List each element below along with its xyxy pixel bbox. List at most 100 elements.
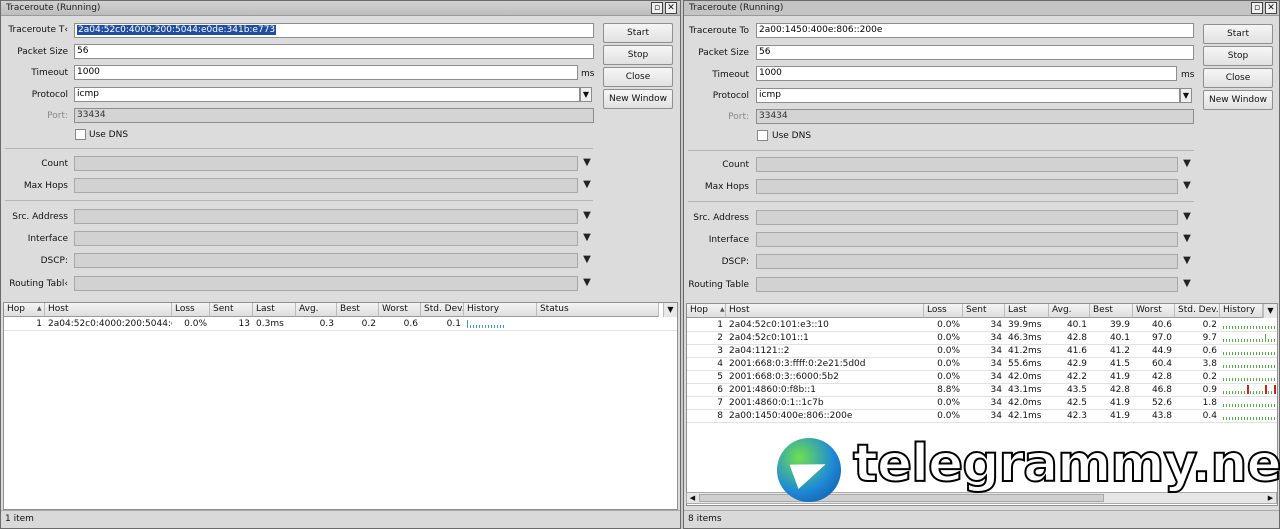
dropdown-arrow-icon[interactable]: ▼ [582,209,592,223]
history-bar [1244,391,1245,394]
cell-loss: 0.0% [184,319,207,329]
close-icon[interactable]: ✕ [665,2,677,14]
dscp-input[interactable] [756,254,1178,269]
history-bar [1256,339,1257,342]
history-bar [1247,417,1248,420]
cell-avg: 40.1 [1066,320,1087,330]
history-bar [1229,417,1230,420]
dropdown-arrow-icon[interactable]: ▼ [582,156,592,170]
max-hops-input[interactable] [756,179,1178,194]
use-dns-checkbox[interactable] [757,130,768,141]
columns-menu-icon[interactable]: ▼ [663,303,677,317]
interface-input[interactable] [756,232,1178,247]
new-window-button[interactable]: New Window [603,89,673,109]
column-header-sent[interactable]: Sent [963,304,1005,318]
column-header-history[interactable]: History [1220,304,1263,318]
column-header-status[interactable]: Status [537,303,659,317]
column-header-loss[interactable]: Loss [924,304,963,318]
timeout-input[interactable]: 1000 [74,65,578,80]
routing-table-input[interactable] [74,276,578,291]
table-row[interactable]: 5 2001:668:0:3::6000:5b2 0.0% 34 42.0ms 42.2 4… [687,371,1277,384]
src-address-input[interactable] [74,209,578,224]
dropdown-arrow-icon[interactable]: ▼ [1182,254,1192,268]
protocol-select[interactable]: icmp [756,88,1180,103]
start-button[interactable]: Start [603,23,673,43]
dropdown-arrow-icon[interactable]: ▼ [582,276,592,290]
column-header-best[interactable]: Best [337,303,379,317]
history-bar [1235,417,1236,420]
maximize-icon[interactable]: ▫ [1251,2,1263,14]
history-bar [1232,378,1233,381]
columns-menu-icon[interactable]: ▼ [1263,304,1277,318]
cell-std: 3.8 [1202,359,1217,369]
dropdown-arrow-icon[interactable]: ▼ [1180,88,1192,103]
table-row[interactable]: 1 2a04:52c0:4000:200:5044:e... 0.0% 13 0.3ms… [4,318,677,331]
history-bar [1241,391,1242,394]
column-header-last[interactable]: Last [1005,304,1049,318]
use-dns-checkbox[interactable] [75,129,86,140]
history-bar [1229,352,1230,355]
table-row[interactable]: 7 2001:4860:0:1::1c7b 0.0% 34 42.0ms 42.5 41.9… [687,397,1277,410]
column-header-best[interactable]: Best [1090,304,1133,318]
column-header-host[interactable]: Host [45,303,172,317]
dropdown-arrow-icon[interactable]: ▼ [1182,232,1192,246]
column-header-std-dev[interactable]: Std. Dev. [421,303,464,317]
dropdown-arrow-icon[interactable]: ▼ [1182,157,1192,171]
packet-size-input[interactable]: 56 [74,44,594,59]
column-header-host[interactable]: Host [726,304,924,318]
routing-table-input[interactable] [756,277,1178,292]
history-bar [1229,378,1230,381]
column-header-loss[interactable]: Loss [172,303,210,317]
src-address-input[interactable] [756,210,1178,225]
table-row[interactable]: 2 2a04:52c0:101::1 0.0% 34 46.3ms 42.8 40.1 97.… [687,332,1277,345]
stop-button[interactable]: Stop [603,45,673,65]
table-row[interactable]: 1 2a04:52c0:101:e3::10 0.0% 34 39.9ms 40.1 39.… [687,319,1277,332]
start-button[interactable]: Start [1203,24,1273,44]
history-bar [1247,404,1248,407]
history-bar [1247,352,1248,355]
close-button[interactable]: Close [1203,68,1273,88]
close-icon[interactable]: ✕ [1265,2,1277,14]
dscp-input[interactable] [74,253,578,268]
maximize-icon[interactable]: ▫ [651,2,663,14]
traceroute-to-input[interactable]: 2a00:1450:400e:806::200e [756,23,1194,38]
table-row[interactable]: 3 2a04:1121::2 0.0% 34 41.2ms 41.6 41.2 44.9 0.6 [687,345,1277,358]
traceroute-to-input[interactable]: 2a04:52c0:4000:200:5044:e0de:341b:e773 [74,23,594,38]
history-bar [1256,378,1257,381]
column-header-worst[interactable]: Worst [379,303,421,317]
column-header-avg[interactable]: Avg. [296,303,337,317]
column-header-avg[interactable]: Avg. [1049,304,1090,318]
column-header-std-dev[interactable]: Std. Dev. [1175,304,1220,318]
count-input[interactable] [74,156,578,171]
table-row[interactable]: 6 2001:4860:0:f8b::1 8.8% 34 43.1ms 43.5 42.8 4… [687,384,1277,397]
close-button[interactable]: Close [603,67,673,87]
column-header-history[interactable]: History [464,303,537,317]
count-input[interactable] [756,157,1178,172]
watermark: telegrammy.net [777,433,1280,502]
cell-loss: 8.8% [937,385,960,395]
scroll-left-icon[interactable]: ◀ [687,493,698,503]
history-bar [1229,339,1230,342]
stop-button[interactable]: Stop [1203,46,1273,66]
history-bar [1223,404,1224,407]
dropdown-arrow-icon[interactable]: ▼ [1182,210,1192,224]
protocol-select[interactable]: icmp [74,87,580,102]
dropdown-arrow-icon[interactable]: ▼ [580,87,592,102]
dropdown-arrow-icon[interactable]: ▼ [1182,179,1192,193]
dropdown-arrow-icon[interactable]: ▼ [582,231,592,245]
table-row[interactable]: 4 2001:668:0:3:ffff:0:2e21:5d0d 0.0% 34 55.6… [687,358,1277,371]
dropdown-arrow-icon[interactable]: ▼ [582,253,592,267]
table-row[interactable]: 8 2a00:1450:400e:806::200e 0.0% 34 42.1ms 42.… [687,410,1277,423]
max-hops-input[interactable] [74,178,578,193]
dropdown-arrow-icon[interactable]: ▼ [1182,277,1192,291]
dropdown-arrow-icon[interactable]: ▼ [582,178,592,192]
port-label: Port: [47,111,68,121]
interface-input[interactable] [74,231,578,246]
column-header-last[interactable]: Last [253,303,296,317]
new-window-button[interactable]: New Window [1203,90,1273,110]
column-header-sent[interactable]: Sent [210,303,253,317]
cell-last: 55.6ms [1008,359,1042,369]
column-header-worst[interactable]: Worst [1133,304,1175,318]
timeout-input[interactable]: 1000 [756,66,1177,81]
packet-size-input[interactable]: 56 [756,45,1194,60]
